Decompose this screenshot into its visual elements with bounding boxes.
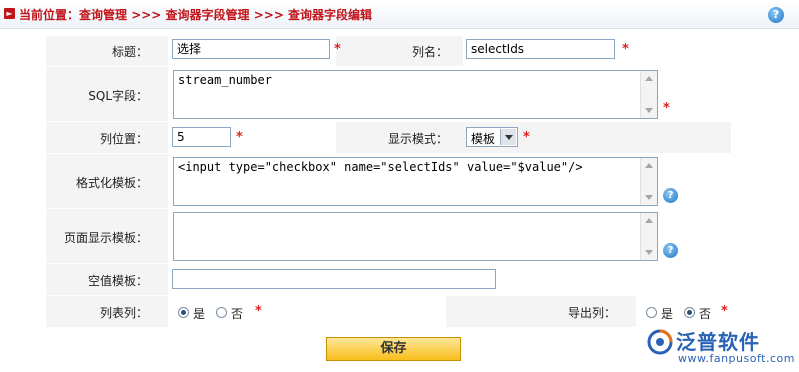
scroll-down-icon[interactable] <box>645 108 653 113</box>
display-mode-value: 模板 <box>471 132 496 146</box>
required-mark: * <box>622 42 629 57</box>
sql-field-value: stream_number <box>178 73 272 87</box>
help-icon[interactable]: ? <box>663 243 678 258</box>
export-column-no-label: 否 <box>699 307 712 321</box>
required-mark: * <box>523 130 530 145</box>
scroll-up-icon[interactable] <box>645 76 653 81</box>
title-label: 标题： <box>111 45 148 59</box>
format-template-label: 格式化模板： <box>75 176 148 190</box>
sql-field-label: SQL字段： <box>88 89 148 103</box>
scrollbar[interactable] <box>640 213 657 260</box>
scroll-down-icon[interactable] <box>645 250 653 255</box>
help-icon[interactable]: ? <box>768 7 784 23</box>
breadcrumb-path: 查询管理 >>> 查询器字段管理 >>> 查询器字段编辑 <box>79 8 373 22</box>
list-column-label: 列表列： <box>99 306 148 320</box>
fanpu-logo-icon <box>647 329 673 355</box>
save-button[interactable]: 保存 <box>326 337 461 361</box>
page-display-template-label: 页面显示模板： <box>63 231 148 245</box>
empty-value-template-label: 空值模板： <box>87 274 148 288</box>
list-column-yes-label: 是 <box>193 307 206 321</box>
scrollbar[interactable] <box>640 71 657 118</box>
breadcrumb: 当前位置：查询管理 >>> 查询器字段管理 >>> 查询器字段编辑 <box>19 6 372 23</box>
row-empty-value-template: 空值模板： <box>46 264 731 296</box>
format-template-value: <input type="checkbox" name="selectIds" … <box>178 160 583 174</box>
breadcrumb-prefix: 当前位置： <box>19 8 80 22</box>
format-template-textarea[interactable]: <input type="checkbox" name="selectIds" … <box>173 157 658 206</box>
required-mark: * <box>255 304 262 319</box>
required-mark: * <box>236 130 243 145</box>
export-column-yes-radio[interactable] <box>646 307 657 318</box>
brand-logo: 泛普软件 www.fanpusoft.com <box>640 326 799 372</box>
help-icon[interactable]: ? <box>663 188 678 203</box>
row-title: 标题： 选择 * 列名： selectIds * <box>46 36 731 67</box>
brand-url: www.fanpusoft.com <box>678 352 795 365</box>
sql-field-textarea[interactable]: stream_number <box>173 70 658 119</box>
title-input[interactable]: 选择 <box>172 39 330 59</box>
required-mark: * <box>334 42 341 57</box>
empty-value-template-input[interactable] <box>172 269 496 289</box>
display-mode-label: 显示模式： <box>387 132 448 146</box>
row-format-template: 格式化模板： <input type="checkbox" name="sele… <box>46 154 731 209</box>
scroll-down-icon[interactable] <box>645 195 653 200</box>
location-arrow-icon: ► <box>4 8 15 19</box>
page-display-template-textarea[interactable] <box>173 212 658 261</box>
row-list-export: 列表列： 是 否 * 导出列： 是 否 * <box>46 296 731 328</box>
export-column-yes-label: 是 <box>661 307 674 321</box>
row-position: 列位置： 5 * 显示模式： 模板 * <box>46 122 731 154</box>
column-position-label: 列位置： <box>99 132 148 146</box>
required-mark: * <box>721 304 728 319</box>
location-bar: ► 当前位置：查询管理 >>> 查询器字段管理 >>> 查询器字段编辑 ? <box>0 0 799 29</box>
scroll-up-icon[interactable] <box>645 218 653 223</box>
list-column-yes-radio[interactable] <box>178 307 189 318</box>
column-name-label: 列名： <box>411 45 448 59</box>
row-sql-field: SQL字段： stream_number * <box>46 67 731 122</box>
chevron-down-icon[interactable] <box>500 129 516 145</box>
scroll-up-icon[interactable] <box>645 163 653 168</box>
display-mode-select[interactable]: 模板 <box>466 127 518 147</box>
column-name-input[interactable]: selectIds <box>466 39 615 59</box>
list-column-cell <box>168 296 446 327</box>
scrollbar[interactable] <box>640 158 657 205</box>
brand-name: 泛普软件 <box>676 330 760 354</box>
row-page-display-template: 页面显示模板： ? <box>46 209 731 264</box>
export-column-no-radio[interactable] <box>684 307 695 318</box>
list-column-no-radio[interactable] <box>216 307 227 318</box>
column-position-input[interactable]: 5 <box>172 127 231 147</box>
list-column-no-label: 否 <box>231 307 244 321</box>
required-mark: * <box>663 101 670 116</box>
export-column-label: 导出列： <box>567 306 616 320</box>
